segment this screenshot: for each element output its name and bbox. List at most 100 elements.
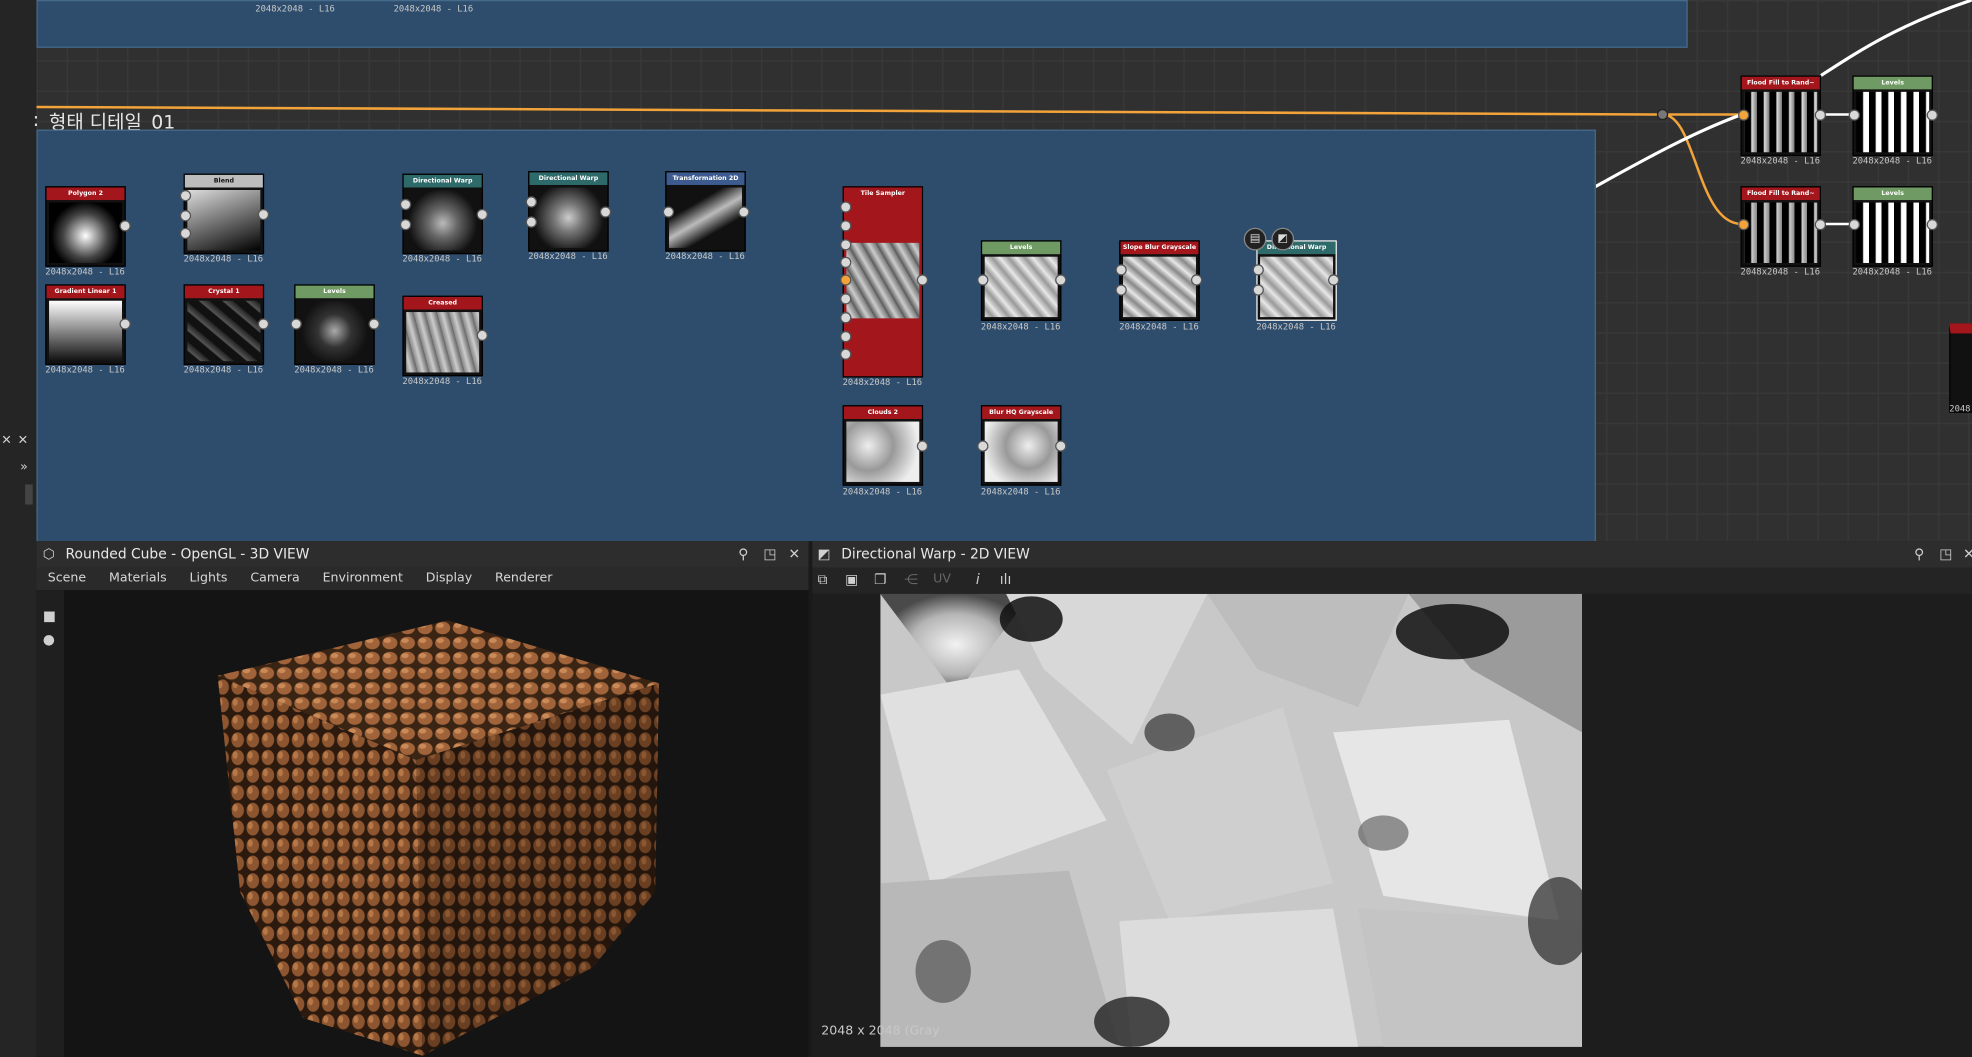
preview-icon[interactable]: ◩ [1271,227,1295,251]
view-options-icon[interactable]: ⧉ [817,571,827,589]
input-port[interactable] [1115,284,1127,296]
input-port[interactable] [977,274,989,286]
node-partial-edge[interactable] [1949,323,1972,413]
save-icon[interactable]: ▣ [845,571,858,587]
node-levels-3[interactable]: Levels [1852,75,1933,157]
output-port[interactable] [1814,218,1827,231]
node-transformation-2d[interactable]: Transformation 2D [665,171,746,252]
input-port[interactable] [840,330,852,343]
maximize-icon[interactable]: ◳ [763,541,776,567]
input-port[interactable] [179,210,192,222]
node-clouds[interactable]: Clouds 2 [842,405,924,486]
close-icon-2[interactable]: ✕ [18,434,29,448]
close-icon[interactable]: ✕ [1,434,12,448]
copy-icon[interactable]: ❐ [874,571,886,587]
output-port[interactable] [1814,109,1827,121]
output-port[interactable] [119,220,131,232]
scrollbar[interactable] [25,484,33,505]
node-blur-hq-grayscale[interactable]: Blur HQ Grayscale [980,405,1062,486]
info-icon[interactable]: i [976,571,980,587]
output-port[interactable] [257,318,270,330]
maximize-icon[interactable]: ◳ [1939,541,1952,567]
uv-dropdown[interactable]: UV [933,573,951,587]
output-port[interactable] [476,329,488,341]
menu-lights[interactable]: Lights [190,571,228,585]
menu-renderer[interactable]: Renderer [495,571,552,585]
node-label: 2048x2048 - L16 [294,364,374,375]
output-port[interactable] [119,318,131,330]
input-port-active[interactable] [1738,218,1750,231]
input-port[interactable] [179,227,192,240]
output-port[interactable] [257,208,270,221]
menu-display[interactable]: Display [426,571,472,585]
output-port[interactable] [1926,218,1938,231]
frame-shape-detail[interactable] [36,129,1596,544]
menu-materials[interactable]: Materials [109,571,167,585]
node-polygon[interactable]: Polygon 2 [45,186,126,267]
node-blend[interactable]: Blend [183,173,265,255]
3d-viewport[interactable] [64,590,808,1057]
input-port[interactable] [1848,109,1860,121]
input-port[interactable] [840,239,852,251]
input-port[interactable] [840,293,852,305]
node-crystal[interactable]: Crystal 1 [183,284,265,365]
output-port[interactable] [1926,109,1938,121]
node-directional-warp-3[interactable]: Directional Warp [1256,240,1337,321]
node-flood-fill-1[interactable]: Flood Fill to Rand~ [1740,75,1822,157]
input-port[interactable] [840,201,852,213]
output-port[interactable] [1190,274,1203,286]
output-port[interactable] [599,206,612,218]
node-thumbnail [187,300,261,362]
node-graph-canvas[interactable]: 2048x2048 - L16 2048x2048 - L16: 형태 디테일… [33,0,1972,544]
node-slope-blur-grayscale[interactable]: Slope Blur Grayscale [1119,240,1200,321]
output-port[interactable] [1055,440,1067,452]
input-port[interactable] [840,348,852,360]
input-port[interactable] [1252,284,1264,296]
node-levels[interactable]: Levels [294,284,375,365]
node-directional-warp-1[interactable]: Directional Warp [402,173,483,255]
input-port[interactable] [399,198,412,211]
pin-icon[interactable]: ⚲ [738,541,748,567]
node-directional-warp-2[interactable]: Directional Warp [528,171,609,252]
input-port-active[interactable] [1738,109,1750,121]
input-port[interactable] [399,218,412,231]
input-port[interactable] [840,220,852,232]
input-port[interactable] [1115,264,1127,276]
output-port[interactable] [368,318,380,330]
output-port[interactable] [738,206,750,218]
histogram-icon[interactable]: ılı [1000,571,1012,587]
input-port-active[interactable] [840,274,852,286]
expand-chevron-icon[interactable]: » [20,461,28,475]
input-port[interactable] [179,190,192,202]
node-gradient-linear[interactable]: Gradient Linear 1 [45,284,126,365]
camera-icon[interactable]: ■ [43,608,64,624]
input-port[interactable] [290,318,302,330]
input-port[interactable] [662,206,675,218]
2d-texture-preview[interactable] [880,593,1583,1047]
node-levels-2[interactable]: Levels [980,240,1062,321]
input-port[interactable] [977,440,989,452]
input-port[interactable] [1252,264,1264,276]
menu-scene[interactable]: Scene [48,571,86,585]
node-levels-4[interactable]: Levels [1852,186,1933,267]
output-port[interactable] [1055,274,1067,286]
output-port[interactable] [1328,274,1340,286]
node-creased[interactable]: Creased [402,295,483,377]
menu-camera[interactable]: Camera [250,571,299,585]
input-port[interactable] [840,256,852,269]
output-port[interactable] [916,440,929,452]
node-tile-sampler[interactable]: Tile Sampler [842,186,924,378]
output-port[interactable] [476,208,488,221]
pin-icon[interactable]: ⚲ [1914,541,1924,567]
input-port[interactable] [840,312,852,324]
input-port[interactable] [525,216,537,228]
close-icon[interactable]: ✕ [1963,541,1972,567]
input-port[interactable] [1848,218,1860,231]
menu-environment[interactable]: Environment [323,571,403,585]
light-icon[interactable]: ● [43,632,64,648]
node-flood-fill-2[interactable]: Flood Fill to Rand~ [1740,186,1822,267]
input-port[interactable] [525,196,537,208]
output-port[interactable] [916,274,929,286]
close-icon[interactable]: ✕ [789,541,801,567]
document-icon[interactable]: ▤ [1243,227,1267,251]
